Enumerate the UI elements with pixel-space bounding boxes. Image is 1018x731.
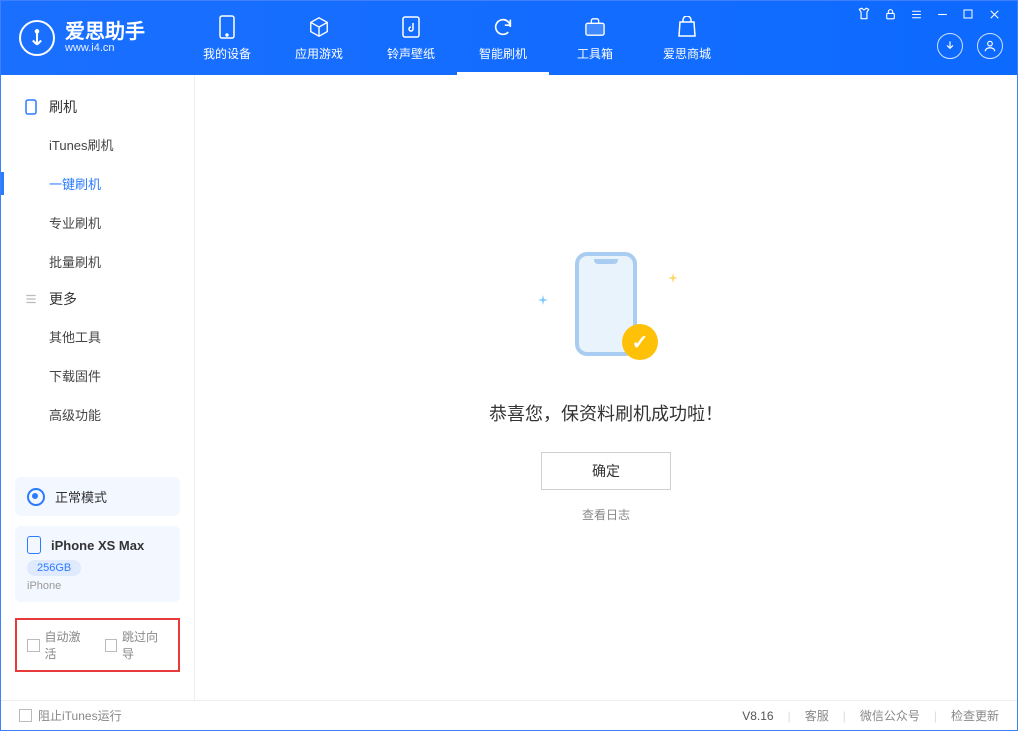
sidebar-section-more: 更多 (1, 281, 194, 317)
tab-ringtone-wallpaper[interactable]: 铃声壁纸 (365, 1, 457, 75)
tab-apps-games[interactable]: 应用游戏 (273, 1, 365, 75)
header-bar: 爱思助手 www.i4.cn 我的设备 应用游戏 铃声壁纸 智能刷机 工具箱 爱… (1, 1, 1017, 75)
brand-url: www.i4.cn (65, 42, 145, 54)
version-label: V8.16 (742, 709, 773, 723)
bag-icon (675, 15, 699, 39)
music-file-icon (399, 15, 423, 39)
refresh-icon (491, 15, 515, 39)
shirt-icon[interactable] (857, 7, 871, 21)
status-bar: 阻止iTunes运行 V8.16 | 客服 | 微信公众号 | 检查更新 (1, 700, 1017, 730)
sparkle-icon (668, 270, 678, 280)
mode-label: 正常模式 (55, 487, 107, 506)
view-log-link[interactable]: 查看日志 (582, 506, 630, 523)
status-link-wechat[interactable]: 微信公众号 (860, 707, 920, 724)
brand-name: 爱思助手 (65, 22, 145, 42)
ok-button[interactable]: 确定 (541, 452, 671, 490)
check-badge-icon: ✓ (622, 324, 658, 360)
tab-my-device[interactable]: 我的设备 (181, 1, 273, 75)
window-controls (853, 1, 1005, 27)
device-storage-badge: 256GB (27, 560, 81, 576)
checkbox-stop-itunes[interactable]: 阻止iTunes运行 (19, 707, 122, 724)
download-icon[interactable] (937, 33, 963, 59)
sidebar-item-advanced[interactable]: 高级功能 (1, 395, 194, 434)
logo: 爱思助手 www.i4.cn (1, 20, 181, 56)
highlighted-options-box: 自动激活 跳过向导 (15, 618, 180, 672)
sparkle-icon (538, 292, 548, 302)
checkbox-icon (105, 639, 118, 652)
minimize-icon[interactable] (935, 7, 949, 21)
status-link-support[interactable]: 客服 (805, 707, 829, 724)
sidebar-item-pro-flash[interactable]: 专业刷机 (1, 203, 194, 242)
sidebar-item-itunes-flash[interactable]: iTunes刷机 (1, 125, 194, 164)
checkbox-icon (27, 639, 40, 652)
status-link-update[interactable]: 检查更新 (951, 707, 999, 724)
maximize-icon[interactable] (961, 7, 975, 21)
menu-icon[interactable] (909, 7, 923, 21)
phone-icon (23, 99, 39, 115)
mode-card[interactable]: 正常模式 (15, 477, 180, 516)
main-content: ✓ 恭喜您，保资料刷机成功啦！ 确定 查看日志 (195, 75, 1017, 700)
sidebar-item-other-tools[interactable]: 其他工具 (1, 317, 194, 356)
nav-tabs: 我的设备 应用游戏 铃声壁纸 智能刷机 工具箱 爱思商城 (181, 1, 733, 75)
device-name: iPhone XS Max (51, 538, 144, 553)
tab-smart-flash[interactable]: 智能刷机 (457, 1, 549, 75)
checkbox-icon (19, 709, 32, 722)
device-phone-icon (27, 536, 41, 554)
sidebar-item-batch-flash[interactable]: 批量刷机 (1, 242, 194, 281)
tab-store[interactable]: 爱思商城 (641, 1, 733, 75)
lock-icon[interactable] (883, 7, 897, 21)
success-illustration: ✓ (546, 252, 666, 372)
tab-toolbox[interactable]: 工具箱 (549, 1, 641, 75)
sidebar: 刷机 iTunes刷机 一键刷机 专业刷机 批量刷机 更多 其他工具 下载固件 … (1, 75, 195, 700)
checkbox-auto-activate[interactable]: 自动激活 (27, 628, 91, 662)
device-icon (215, 15, 239, 39)
sidebar-section-flash: 刷机 (1, 89, 194, 125)
user-icon[interactable] (977, 33, 1003, 59)
success-message: 恭喜您，保资料刷机成功啦！ (489, 400, 723, 426)
sidebar-item-oneclick-flash[interactable]: 一键刷机 (1, 164, 194, 203)
toolbox-icon (583, 15, 607, 39)
device-card[interactable]: iPhone XS Max 256GB iPhone (15, 526, 180, 602)
list-icon (23, 291, 39, 307)
close-icon[interactable] (987, 7, 1001, 21)
device-type: iPhone (27, 580, 168, 592)
logo-icon (19, 20, 55, 56)
normal-mode-icon (27, 488, 45, 506)
cube-icon (307, 15, 331, 39)
checkbox-skip-guide[interactable]: 跳过向导 (105, 628, 169, 662)
sidebar-item-download-firmware[interactable]: 下载固件 (1, 356, 194, 395)
